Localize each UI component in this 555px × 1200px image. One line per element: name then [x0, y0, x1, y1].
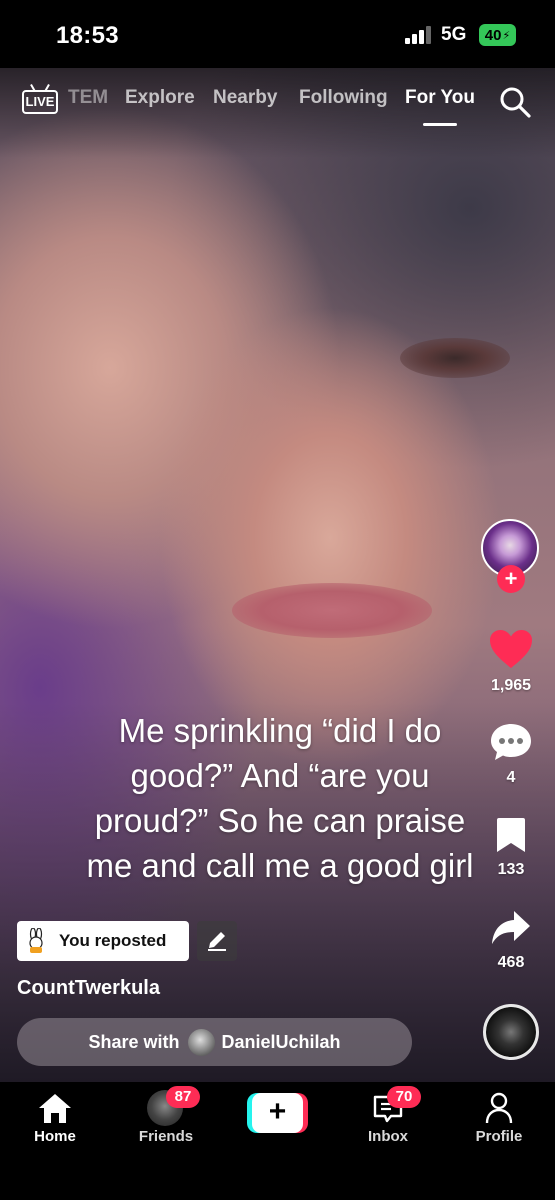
signal-icon: [405, 26, 433, 44]
share-count: 468: [497, 954, 525, 971]
share-avatar: [187, 1028, 215, 1056]
bookmark-count: 133: [497, 861, 525, 878]
tab-friends-label: Friends: [138, 1128, 194, 1145]
bookmark-button[interactable]: 133: [481, 816, 541, 879]
home-icon: [39, 1094, 71, 1123]
comment-icon: [491, 724, 531, 760]
repost-label: You reposted: [59, 931, 167, 950]
share-button[interactable]: 468: [481, 909, 541, 972]
plus-icon: +: [252, 1093, 303, 1133]
share-icon: [492, 911, 530, 944]
edit-button[interactable]: [197, 921, 237, 961]
status-bar: 18:53 5G 40 ⚡: [0, 0, 555, 68]
inbox-badge: 70: [387, 1086, 421, 1108]
live-label: LIVE: [22, 90, 58, 114]
video-caption-overlay: Me sprinkling “did I do good?” And “are …: [86, 712, 474, 884]
share-recipient-name: DanielUchilah: [221, 1031, 341, 1052]
top-nav: LIVE TEM Explore Nearby Following For Yo…: [0, 68, 555, 132]
follow-plus-icon[interactable]: +: [497, 565, 525, 593]
music-disc[interactable]: [483, 1004, 539, 1060]
tab-following[interactable]: Following: [299, 87, 388, 109]
battery-level: 40: [484, 26, 502, 44]
live-icon[interactable]: LIVE: [22, 84, 58, 114]
share-label: Share with: [88, 1031, 180, 1052]
tab-explore[interactable]: Explore: [125, 87, 195, 109]
bookmark-icon: [497, 818, 525, 852]
heart-icon: [490, 630, 532, 668]
search-icon[interactable]: [499, 86, 531, 118]
creator-username[interactable]: CountTwerkula: [17, 977, 160, 1000]
repost-chip[interactable]: You reposted: [17, 921, 189, 961]
tab-nearby[interactable]: Nearby: [213, 87, 277, 109]
like-count: 1,965: [490, 677, 532, 694]
tab-home-label: Home: [34, 1128, 76, 1145]
comment-button[interactable]: 4: [481, 722, 541, 787]
active-tab-indicator: [423, 123, 457, 126]
friends-badge: 87: [166, 1086, 200, 1108]
status-time: 18:53: [56, 22, 119, 49]
tab-inbox-label: Inbox: [368, 1128, 408, 1145]
like-button[interactable]: 1,965: [481, 628, 541, 695]
tab-tem[interactable]: TEM: [68, 87, 108, 109]
bunny-icon: [25, 927, 47, 954]
share-with-button[interactable]: Share with DanielUchilah: [17, 1018, 412, 1066]
battery-icon: 40 ⚡: [479, 24, 516, 46]
tab-profile-label: Profile: [475, 1128, 523, 1145]
profile-icon: [485, 1092, 513, 1124]
create-button[interactable]: +: [247, 1093, 308, 1133]
comment-count: 4: [506, 769, 516, 786]
network-label: 5G: [441, 24, 467, 45]
tab-for-you[interactable]: For You: [405, 87, 475, 109]
edit-icon: [208, 932, 226, 951]
